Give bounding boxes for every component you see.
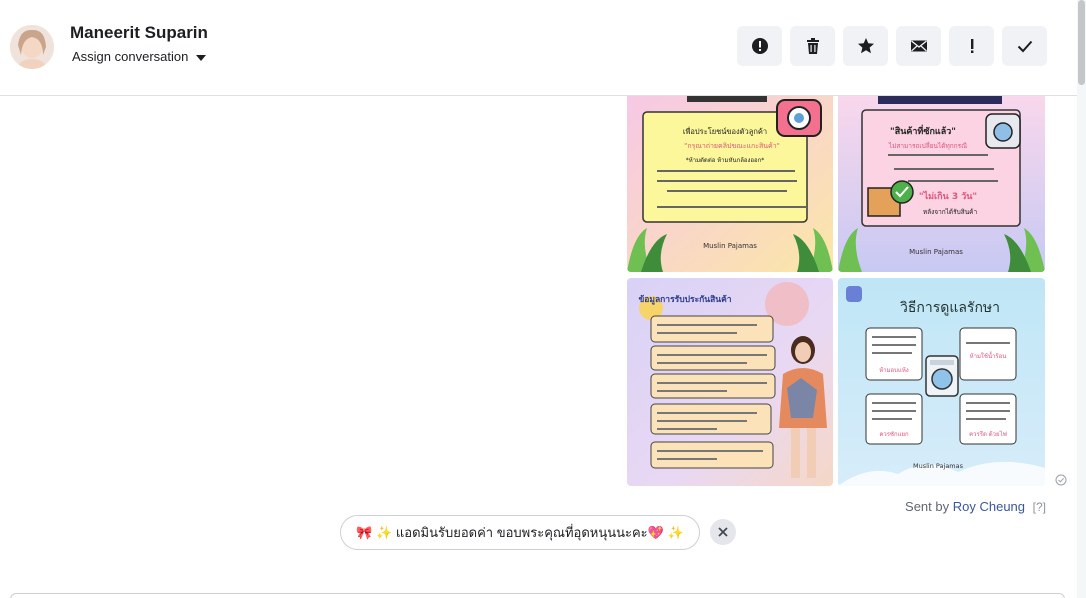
- important-button[interactable]: [949, 26, 994, 66]
- tile4-title: วิธีการดูแลรักษา: [900, 300, 1000, 316]
- sent-by-line: Sent by Roy Cheung [?]: [905, 499, 1046, 514]
- message-composer[interactable]: [10, 593, 1065, 598]
- caret-down-icon: [196, 55, 207, 61]
- reply-preview-text: 🎀 ✨ แอดมินรับยอดค่า ขอบพระคุณที่อุดหนุนน…: [356, 525, 684, 540]
- scrollbar[interactable]: [1077, 0, 1086, 598]
- sender-name-link[interactable]: Roy Cheung: [953, 499, 1025, 514]
- conversation-header: Maneerit Suparin Assign conversation: [0, 0, 1077, 96]
- close-icon: [718, 527, 728, 537]
- tile4-label2: ห้ามอบแห้ง: [879, 367, 909, 374]
- contact-name[interactable]: Maneerit Suparin: [70, 23, 208, 43]
- tile1-line2: "กรุณาถ่ายคลิปขณะแกะสินค้า": [684, 142, 780, 150]
- tile4-label3: ควรซักแยก: [879, 431, 909, 438]
- mark-done-button[interactable]: [1002, 26, 1047, 66]
- exclamation-icon: [970, 39, 973, 53]
- help-mark[interactable]: [?]: [1033, 500, 1046, 514]
- tile2-footer: Muslin Pajamas: [909, 248, 963, 256]
- sent-by-prefix: Sent by: [905, 499, 950, 514]
- attachment-image[interactable]: เพื่อประโยชน์ของตัวลูกค้า "กรุณาถ่ายคลิป…: [627, 96, 833, 272]
- tile4-footer: Muslin Pajamas: [913, 462, 964, 470]
- delete-button[interactable]: [790, 26, 835, 66]
- star-button[interactable]: [843, 26, 888, 66]
- tile4-label4: ควรรีด ด้วยไฟ: [969, 430, 1007, 438]
- attachment-image-grid: เพื่อประโยชน์ของตัวลูกค้า "กรุณาถ่ายคลิป…: [627, 96, 1045, 486]
- mark-unread-button[interactable]: [896, 26, 941, 66]
- seen-check-icon: [1055, 474, 1067, 486]
- tile1-line1: เพื่อประโยชน์ของตัวลูกค้า: [683, 126, 767, 136]
- avatar[interactable]: [10, 25, 54, 69]
- close-reply-button[interactable]: [710, 519, 736, 545]
- attachment-image[interactable]: ข้อมูลการรับประกันสินค้า: [627, 278, 833, 486]
- tile1-line3: *ห้ามตัดต่อ ห้ามหันกล้องออก*: [686, 157, 765, 164]
- star-icon: [857, 38, 874, 54]
- tile2-big: "ไม่เกิน 3 วัน": [919, 190, 977, 202]
- trash-icon: [806, 38, 819, 54]
- scrollbar-thumb[interactable]: [1078, 0, 1085, 85]
- alert-circle-icon: [751, 38, 768, 54]
- assign-conversation-dropdown[interactable]: Assign conversation: [72, 49, 207, 64]
- assign-conversation-label: Assign conversation: [72, 49, 189, 64]
- reply-preview-bubble[interactable]: 🎀 ✨ แอดมินรับยอดค่า ขอบพระคุณที่อุดหนุนน…: [340, 515, 700, 550]
- tile2-line2: ไม่สามารถเปลี่ยนได้ทุกกรณี: [888, 141, 967, 150]
- attachment-image[interactable]: "สินค้าที่ซักแล้ว" ไม่สามารถเปลี่ยนได้ทุ…: [838, 96, 1045, 272]
- tile1-footer: Muslin Pajamas: [703, 242, 757, 250]
- attachment-image[interactable]: วิธีการดูแลรักษา ห้ามอบแห้ง ห้ามใช้น้ำร้…: [838, 278, 1045, 486]
- envelope-icon: [910, 40, 927, 52]
- conversation-toolbar: [737, 26, 1047, 66]
- check-icon: [1017, 40, 1032, 53]
- report-spam-button[interactable]: [737, 26, 782, 66]
- tile2-line4: หลังจากได้รับสินค้า: [923, 208, 978, 216]
- tile3-title: ข้อมูลการรับประกันสินค้า: [638, 294, 731, 305]
